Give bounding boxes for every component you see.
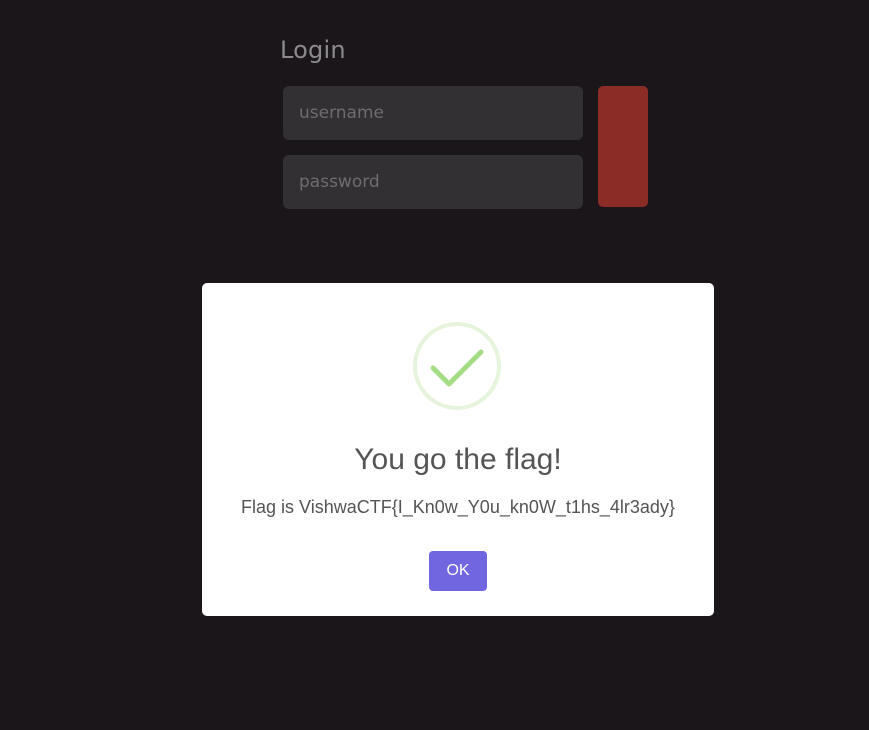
dialog-title: You go the flag! [354, 443, 562, 476]
ok-button[interactable]: OK [429, 551, 487, 591]
username-input[interactable] [283, 86, 583, 140]
login-title: Login [280, 36, 346, 64]
login-submit-button[interactable] [598, 86, 648, 207]
success-dialog: You go the flag! Flag is VishwaCTF{I_Kn0… [202, 283, 714, 616]
success-check-icon [413, 322, 501, 410]
dialog-message: Flag is VishwaCTF{I_Kn0w_Y0u_kn0W_t1hs_4… [241, 497, 675, 517]
password-input[interactable] [283, 155, 583, 209]
